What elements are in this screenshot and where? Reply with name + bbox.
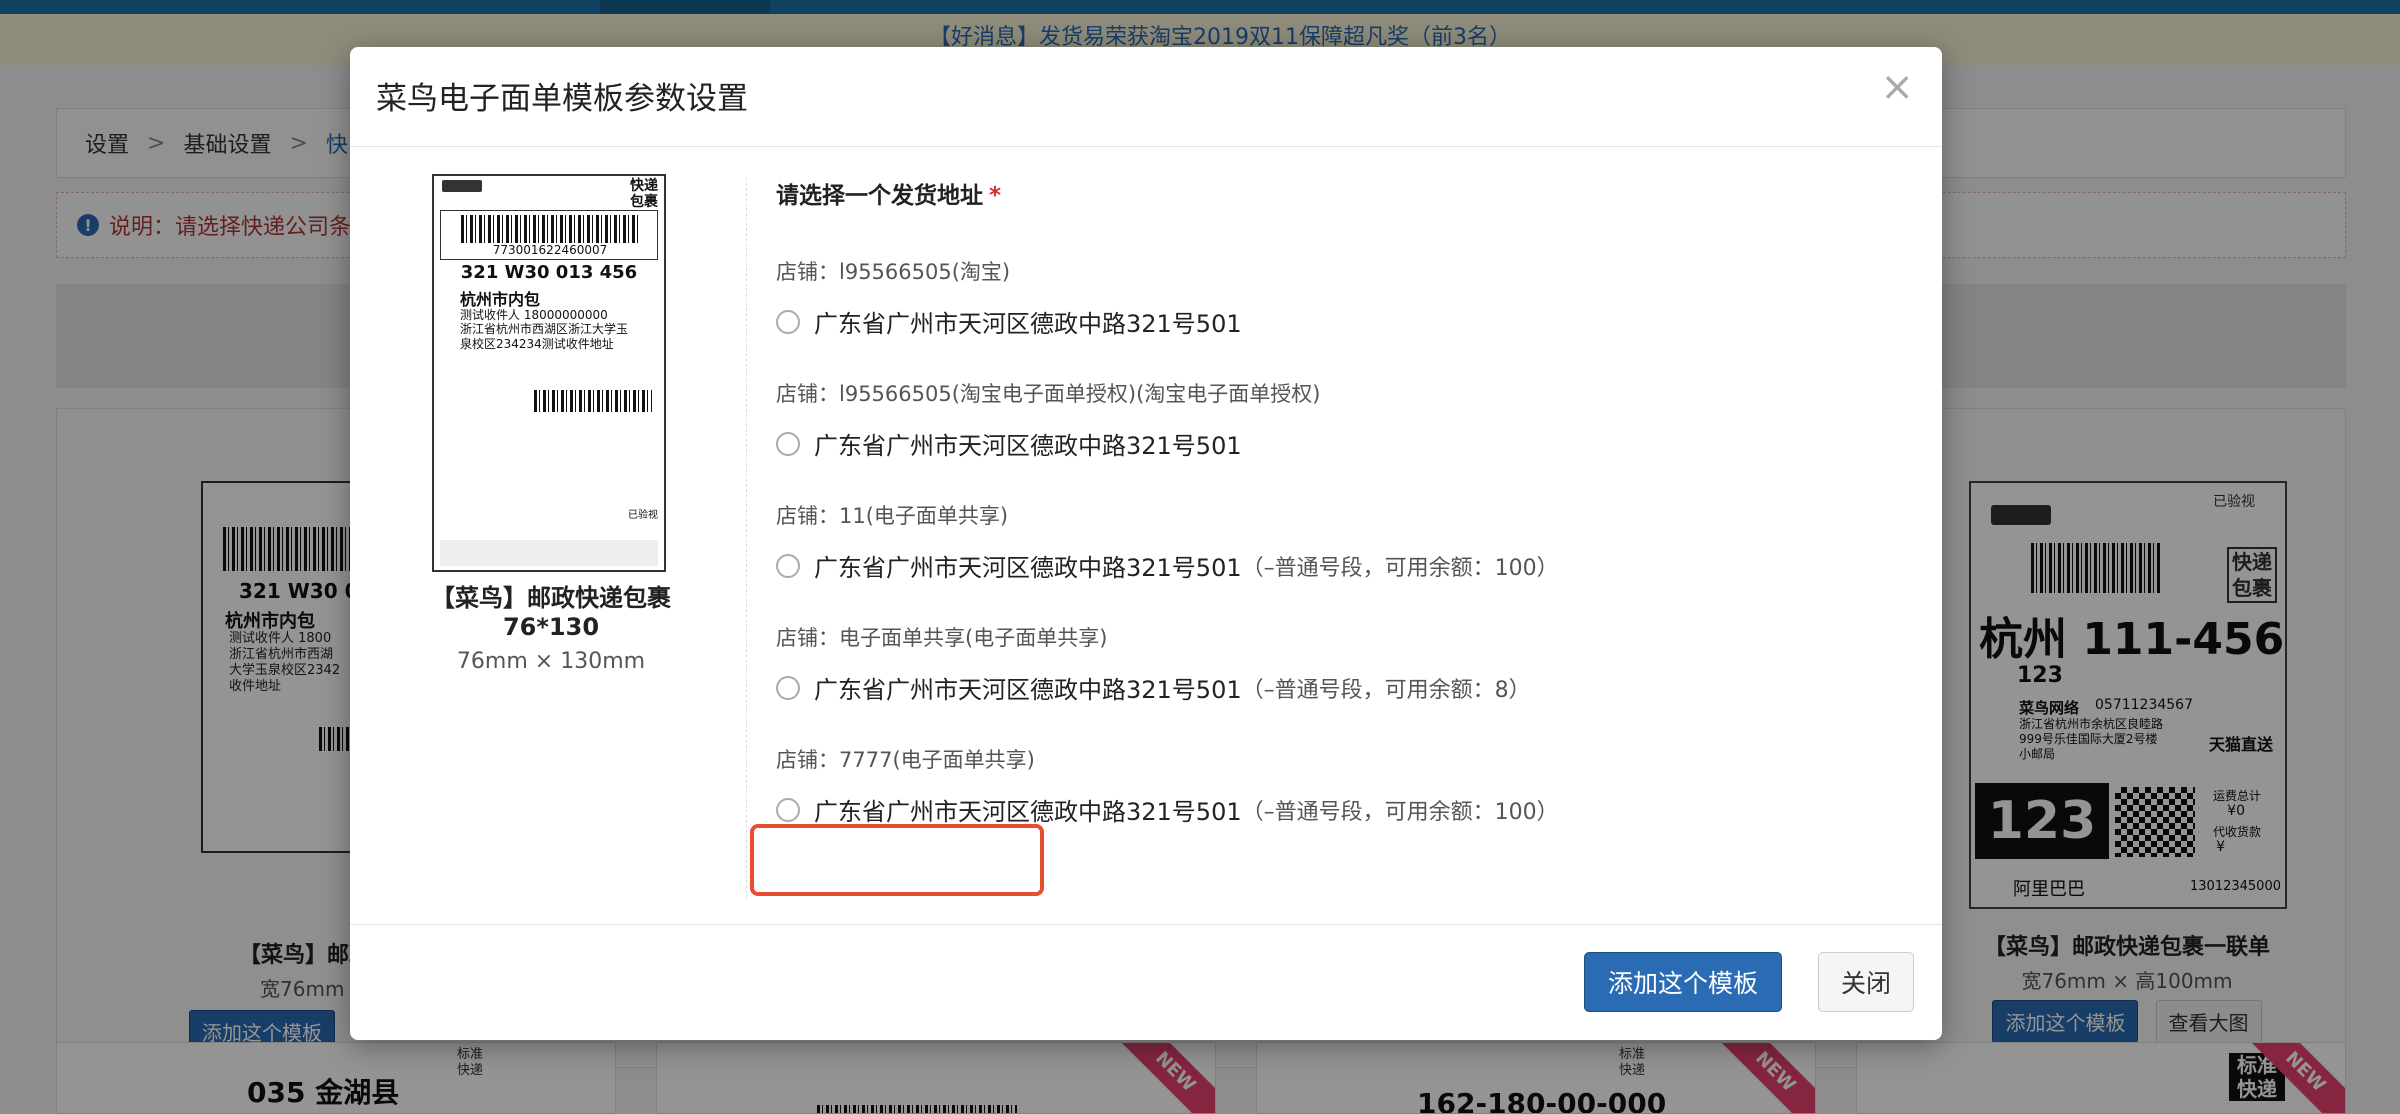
shop-label: 店铺：l95566505(淘宝电子面单授权)(淘宝电子面单授权) (776, 382, 1321, 406)
quota-text: （–普通号段，可用余额：8） (1241, 677, 1531, 703)
preview-footer-text: 已验视 (628, 510, 658, 521)
address-radio-option[interactable]: 广东省广州市天河区德政中路321号501 (776, 304, 1242, 339)
radio-button[interactable] (776, 797, 800, 822)
required-mark: * (989, 183, 1002, 209)
modal-title: 菜鸟电子面单模板参数设置 (376, 81, 748, 117)
modal-body: 快递包裹 773001622460007 321 W30 013 456 杭州市… (350, 148, 1942, 924)
shop-group: 店铺：l95566505(淘宝) 广东省广州市天河区德政中路321号501 (776, 256, 1242, 339)
radio-button[interactable] (776, 675, 800, 700)
barcode-frame: 773001622460007 (440, 210, 658, 260)
address-form-title: 请选择一个发货地址 * (776, 183, 1002, 209)
barcode-number: 773001622460007 (492, 243, 608, 257)
address-text: 广东省广州市天河区德政中路321号501 (814, 554, 1242, 582)
address-text: 广东省广州市天河区德政中路321号501 (814, 310, 1242, 338)
address-form: 请选择一个发货地址 * 店铺：l95566505(淘宝) 广东省广州市天河区德政中… (776, 176, 1876, 826)
vertical-divider (746, 178, 747, 898)
add-template-button[interactable]: 添加这个模板 (1584, 952, 1782, 1012)
address-text: 广东省广州市天河区德政中路321号501 (814, 798, 1242, 826)
shop-label: 店铺：l95566505(淘宝) (776, 260, 1011, 284)
address-radio-option[interactable]: 广东省广州市天河区德政中路321号501 （–普通号段，可用余额：8） (776, 670, 1531, 705)
quota-text: （–普通号段，可用余额：100） (1241, 799, 1559, 825)
shop-label: 店铺：11(电子面单共享) (776, 504, 1009, 528)
address-radio-option[interactable]: 广东省广州市天河区德政中路321号501 (776, 426, 1321, 461)
address-text: 广东省广州市天河区德政中路321号501 (814, 676, 1242, 704)
receiver-address: 浙江省杭州市西湖区浙江大学玉泉校区234234测试收件地址 (460, 322, 629, 351)
address-radio-option[interactable]: 广东省广州市天河区德政中路321号501 （–普通号段，可用余额：100） (776, 548, 1559, 583)
highlight-annotation-box (750, 824, 1044, 896)
modal-footer: 添加这个模板 关闭 (350, 924, 1942, 1040)
shop-group: 店铺：l95566505(淘宝电子面单授权)(淘宝电子面单授权) 广东省广州市天… (776, 378, 1321, 461)
address-text: 广东省广州市天河区德政中路321号501 (814, 432, 1242, 460)
close-button[interactable]: 关闭 (1818, 952, 1914, 1012)
shop-label: 店铺：电子面单共享(电子面单共享) (776, 626, 1108, 650)
barcode-image-small (534, 390, 652, 412)
route-code: 321 W30 013 456 (460, 262, 638, 283)
receiver-info: 测试收件人 18000000000 (460, 308, 608, 322)
preview-tag: 快递包裹 (630, 178, 658, 210)
template-settings-modal: 菜鸟电子面单模板参数设置 × 快递包裹 773001622460007 321 … (350, 47, 1942, 1040)
template-preview: 快递包裹 773001622460007 321 W30 013 456 杭州市… (386, 174, 716, 674)
close-icon[interactable]: × (1880, 67, 1914, 107)
shop-group: 店铺：7777(电子面单共享) 广东省广州市天河区德政中路321号501 （–普… (776, 744, 1559, 827)
address-radio-option[interactable]: 广东省广州市天河区德政中路321号501 （–普通号段，可用余额：100） (776, 792, 1559, 827)
barcode-image (461, 215, 639, 243)
radio-button[interactable] (776, 553, 800, 578)
shop-label: 店铺：7777(电子面单共享) (776, 748, 1035, 772)
shop-group: 店铺：11(电子面单共享) 广东省广州市天河区德政中路321号501 （–普通号… (776, 500, 1559, 583)
preview-template-size: 76mm × 130mm (456, 649, 646, 674)
radio-button[interactable] (776, 309, 800, 334)
carrier-logo (442, 180, 482, 192)
modal-header: 菜鸟电子面单模板参数设置 × (350, 47, 1942, 147)
preview-template-name: 【菜鸟】邮政快递包裹76*130 (431, 584, 671, 641)
radio-button[interactable] (776, 431, 800, 456)
preview-bottom-strip (440, 540, 658, 566)
quota-text: （–普通号段，可用余额：100） (1241, 555, 1559, 581)
shop-group: 店铺：电子面单共享(电子面单共享) 广东省广州市天河区德政中路321号501 （… (776, 622, 1531, 705)
label-preview-image: 快递包裹 773001622460007 321 W30 013 456 杭州市… (432, 174, 666, 572)
